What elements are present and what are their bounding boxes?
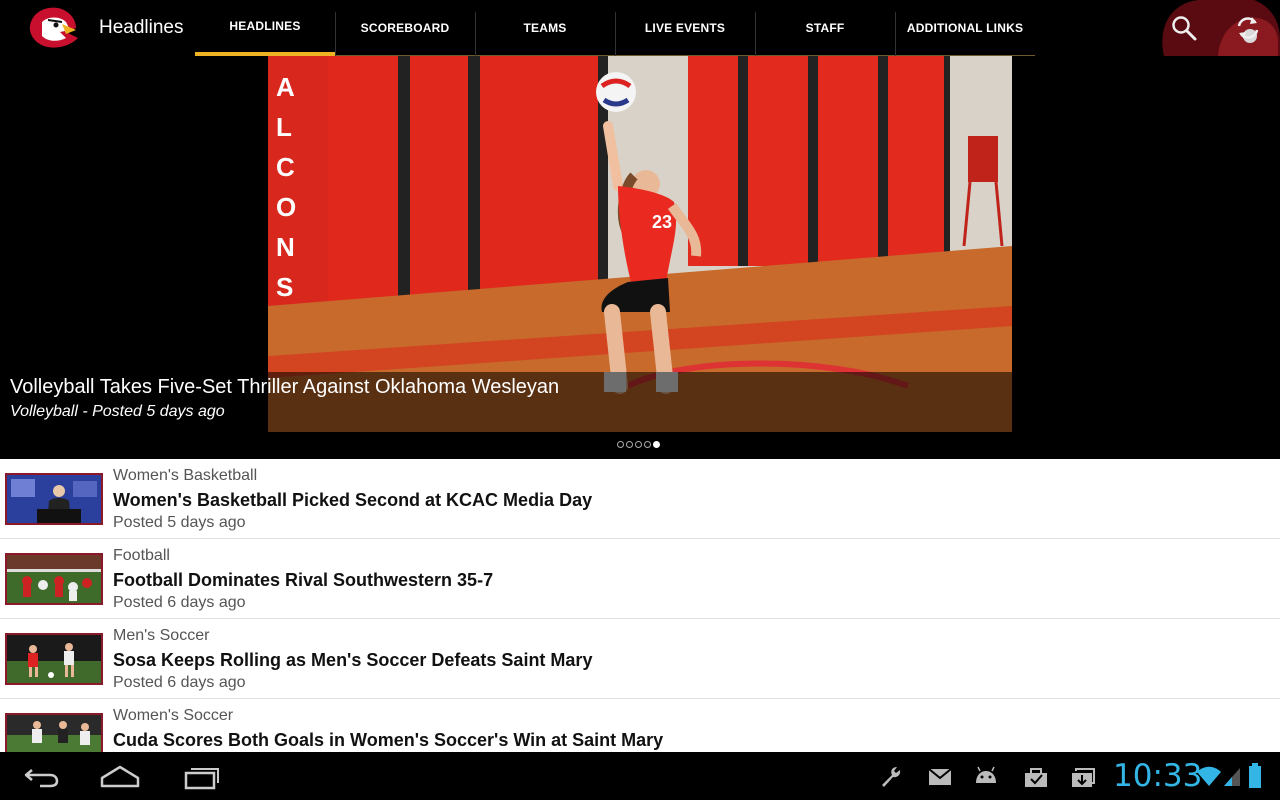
mail-icon[interactable]: [927, 765, 953, 789]
back-icon[interactable]: [22, 764, 62, 790]
tab-live-events[interactable]: LIVE EVENTS: [615, 0, 755, 56]
news-thumbnail: [5, 473, 103, 525]
tab-scoreboard[interactable]: SCOREBOARD: [335, 0, 475, 56]
pager-dot-active[interactable]: [653, 441, 660, 448]
news-posted-time: Posted 6 days ago: [113, 674, 246, 691]
news-list[interactable]: Women's Basketball Women's Basketball Pi…: [0, 459, 1280, 752]
system-navigation-bar: 10:33: [0, 752, 1280, 800]
pager-dot[interactable]: [626, 441, 633, 448]
list-item[interactable]: Women's Soccer Cuda Scores Both Goals in…: [0, 699, 1280, 752]
action-bar: Headlines HEADLINES SCOREBOARD TEAMS LIV…: [0, 0, 1280, 56]
svg-text:C: C: [276, 152, 295, 182]
home-icon[interactable]: [100, 764, 140, 790]
download-icon[interactable]: [1070, 765, 1096, 789]
list-item[interactable]: Women's Basketball Women's Basketball Pi…: [0, 459, 1280, 539]
news-thumbnail: [5, 553, 103, 605]
svg-text:L: L: [276, 112, 292, 142]
app-title: Headlines: [99, 17, 184, 38]
signal-icon: [1222, 764, 1242, 788]
wifi-icon: [1196, 764, 1222, 788]
pager-dot[interactable]: [617, 441, 624, 448]
news-category: Women's Basketball: [113, 467, 258, 484]
svg-text:O: O: [276, 192, 296, 222]
briefcase-check-icon[interactable]: [1023, 765, 1049, 789]
wrench-icon[interactable]: [878, 765, 904, 789]
falcon-logo-icon[interactable]: [26, 4, 80, 52]
pager-dot[interactable]: [644, 441, 651, 448]
news-category: Women's Soccer: [113, 707, 234, 724]
search-icon[interactable]: [1170, 14, 1198, 42]
tab-teams[interactable]: TEAMS: [475, 0, 615, 56]
featured-story-meta: Volleyball - Posted 5 days ago: [10, 403, 225, 420]
list-item[interactable]: Men's Soccer Sosa Keeps Rolling as Men's…: [0, 619, 1280, 699]
news-thumbnail: [5, 713, 103, 752]
svg-text:A: A: [276, 72, 295, 102]
news-headline[interactable]: Women's Basketball Picked Second at KCAC…: [113, 490, 592, 511]
news-category: Men's Soccer: [113, 627, 210, 644]
svg-text:23: 23: [652, 212, 672, 232]
svg-text:S: S: [276, 272, 293, 302]
featured-story[interactable]: A L C O N S 23 Volleyball Takes Five-Set…: [0, 56, 1280, 459]
tab-additional-links[interactable]: ADDITIONAL LINKS: [895, 0, 1035, 56]
news-posted-time: Posted 6 days ago: [113, 594, 246, 611]
featured-story-title[interactable]: Volleyball Takes Five-Set Thriller Again…: [10, 376, 559, 399]
tab-bar: HEADLINES SCOREBOARD TEAMS LIVE EVENTS S…: [195, 0, 1035, 56]
carousel-pager[interactable]: [617, 441, 660, 448]
recent-apps-icon[interactable]: [182, 764, 222, 790]
news-thumbnail: [5, 633, 103, 685]
news-posted-time: Posted 5 days ago: [113, 514, 246, 531]
news-category: Football: [113, 547, 170, 564]
android-icon[interactable]: [973, 765, 999, 789]
tab-headlines[interactable]: HEADLINES: [195, 0, 335, 56]
pager-dot[interactable]: [635, 441, 642, 448]
news-headline[interactable]: Sosa Keeps Rolling as Men's Soccer Defea…: [113, 650, 592, 671]
battery-icon: [1248, 762, 1262, 790]
tab-staff[interactable]: STAFF: [755, 0, 895, 56]
news-headline[interactable]: Cuda Scores Both Goals in Women's Soccer…: [113, 730, 663, 751]
refresh-icon[interactable]: [1234, 14, 1262, 42]
clock[interactable]: 10:33: [1113, 758, 1202, 794]
svg-text:N: N: [276, 232, 295, 262]
list-item[interactable]: Football Football Dominates Rival Southw…: [0, 539, 1280, 619]
news-headline[interactable]: Football Dominates Rival Southwestern 35…: [113, 570, 493, 591]
